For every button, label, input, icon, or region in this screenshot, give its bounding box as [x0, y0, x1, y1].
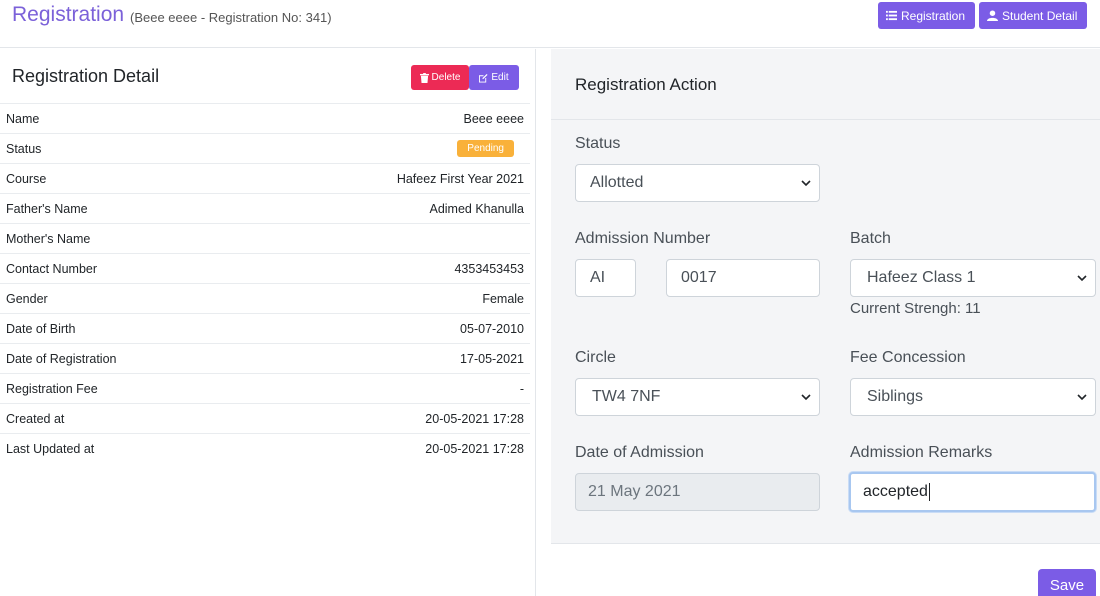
chevron-down-icon — [1077, 275, 1087, 282]
edit-icon — [479, 73, 488, 82]
top-bar: Registration (Beee eeee - Registration N… — [0, 0, 1100, 48]
status-select[interactable]: Allotted — [575, 164, 820, 202]
detail-row-contact-number: Contact Number 4353453453 — [0, 253, 530, 283]
panel-divider — [551, 119, 1100, 120]
batch-strength-note: Current Strengh: 11 — [850, 300, 981, 317]
detail-value: Adimed Khanulla — [429, 201, 524, 216]
delete-button[interactable]: Delete — [411, 65, 469, 90]
edit-button-label: Edit — [491, 72, 509, 83]
detail-value: Hafeez First Year 2021 — [396, 171, 524, 186]
fee-concession-select[interactable]: Siblings — [850, 378, 1096, 416]
detail-row-registration-fee: Registration Fee - — [0, 373, 530, 403]
date-of-admission-label: Date of Admission — [575, 444, 704, 461]
status-label: Status — [575, 135, 621, 152]
list-icon — [886, 10, 897, 21]
detail-label: Name — [6, 111, 40, 126]
registration-list-button[interactable]: Registration — [878, 2, 975, 29]
detail-value: 17-05-2021 — [460, 351, 524, 366]
admission-number-label: Admission Number — [575, 230, 711, 247]
detail-value: 05-07-2010 — [460, 321, 524, 336]
user-icon — [987, 10, 998, 21]
batch-select-value: Hafeez Class 1 — [867, 269, 976, 286]
detail-row-course: Course Hafeez First Year 2021 — [0, 163, 530, 193]
chevron-down-icon — [801, 180, 811, 187]
admission-remarks-label: Admission Remarks — [850, 444, 993, 461]
save-button[interactable]: Save — [1038, 569, 1096, 596]
detail-value: - — [519, 381, 524, 396]
detail-label: Mother's Name — [6, 231, 91, 246]
delete-button-label: Delete — [431, 72, 461, 83]
trash-icon — [419, 72, 429, 83]
page-subtitle: (Beee eeee - Registration No: 341) — [130, 10, 332, 25]
detail-row-father-name: Father's Name Adimed Khanulla — [0, 193, 530, 223]
circle-select[interactable]: TW4 7NF — [575, 378, 820, 416]
detail-row-gender: Gender Female — [0, 283, 530, 313]
detail-row-status: Status Pending — [0, 133, 530, 163]
detail-row-name: Name Beee eeee — [0, 103, 530, 133]
detail-value: 20-05-2021 17:28 — [425, 411, 524, 426]
circle-select-value: TW4 7NF — [592, 388, 661, 405]
admission-prefix-input[interactable]: AI — [575, 259, 636, 297]
detail-label: Contact Number — [6, 261, 98, 276]
detail-label: Father's Name — [6, 201, 88, 216]
student-detail-button[interactable]: Student Detail — [979, 2, 1087, 29]
admission-remarks-value: accepted — [863, 483, 928, 500]
admission-number-value: 0017 — [681, 269, 717, 286]
detail-label: Status — [6, 141, 42, 156]
detail-label: Created at — [6, 411, 65, 426]
admission-prefix-value: AI — [590, 269, 606, 286]
status-select-value: Allotted — [590, 174, 644, 191]
registration-detail-table: Name Beee eeee Status Pending Course Haf… — [0, 103, 530, 463]
admission-remarks-input[interactable]: accepted — [849, 472, 1096, 512]
date-of-admission-input: 21 May 2021 — [575, 473, 820, 511]
detail-row-last-updated-at: Last Updated at 20-05-2021 17:28 — [0, 433, 530, 463]
detail-row-date-of-birth: Date of Birth 05-07-2010 — [0, 313, 530, 343]
registration-action-title: Registration Action — [575, 75, 717, 94]
detail-value: Beee eeee — [463, 111, 524, 126]
student-detail-button-label: Student Detail — [1002, 8, 1078, 23]
detail-value: 4353453453 — [454, 261, 524, 276]
registration-detail-title: Registration Detail — [12, 66, 160, 86]
detail-row-created-at: Created at 20-05-2021 17:28 — [0, 403, 530, 433]
fee-concession-select-value: Siblings — [867, 388, 924, 405]
registration-detail-panel: Registration Detail Delete Edit Name Bee… — [0, 49, 536, 596]
detail-label: Course — [6, 171, 47, 186]
detail-label: Registration Fee — [6, 381, 98, 396]
batch-select[interactable]: Hafeez Class 1 — [850, 259, 1096, 297]
status-badge: Pending — [457, 140, 514, 157]
detail-label: Date of Birth — [6, 321, 76, 336]
circle-label: Circle — [575, 349, 616, 366]
admission-number-input[interactable]: 0017 — [666, 259, 820, 297]
page-title: Registration — [12, 3, 125, 26]
detail-row-date-of-registration: Date of Registration 17-05-2021 — [0, 343, 530, 373]
date-of-admission-value: 21 May 2021 — [588, 483, 681, 500]
chevron-down-icon — [1077, 394, 1087, 401]
edit-button[interactable]: Edit — [469, 65, 519, 90]
detail-label: Last Updated at — [6, 441, 95, 456]
registration-button-label: Registration — [901, 8, 966, 23]
chevron-down-icon — [801, 394, 811, 401]
detail-value: 20-05-2021 17:28 — [425, 441, 524, 456]
detail-row-mother-name: Mother's Name — [0, 223, 530, 253]
registration-action-panel: Registration Action Status Allotted Admi… — [551, 49, 1100, 544]
detail-value: Female — [482, 291, 524, 306]
batch-label: Batch — [850, 230, 891, 247]
detail-label: Date of Registration — [6, 351, 117, 366]
text-cursor — [928, 483, 930, 501]
detail-label: Gender — [6, 291, 48, 306]
fee-concession-label: Fee Concession — [850, 349, 966, 366]
